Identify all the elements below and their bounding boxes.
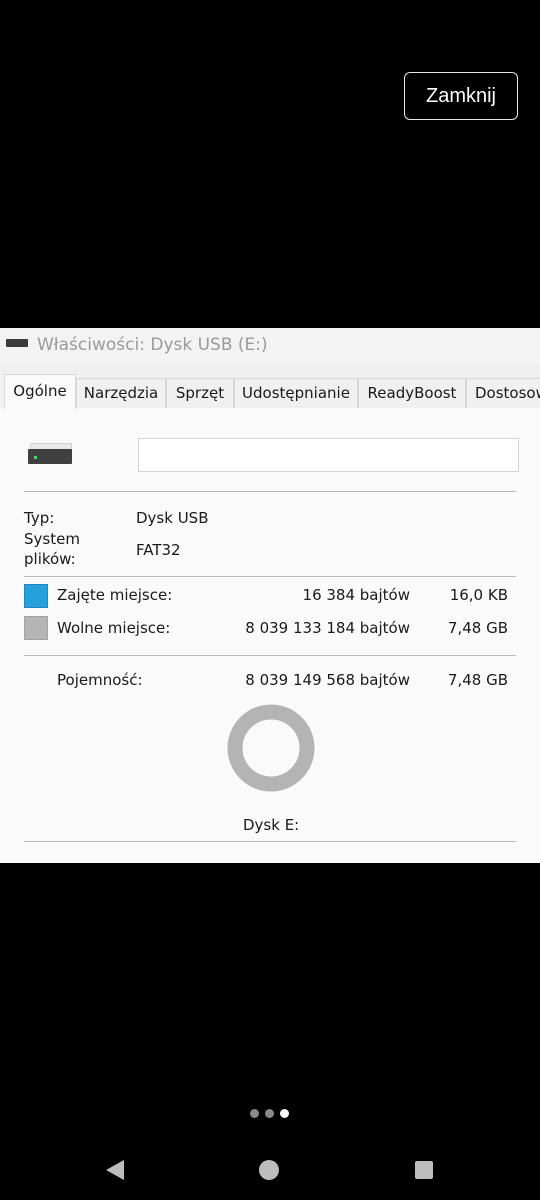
filesystem-value: FAT32 [136,541,181,559]
filesystem-label-line2: plików: [24,550,76,568]
home-icon[interactable] [258,1159,280,1181]
type-label: Typ: [24,509,55,527]
tab-readyboost[interactable]: ReadyBoost [358,378,466,408]
recents-icon[interactable] [414,1160,434,1180]
free-space-bytes: 8 039 133 184 bajtów [245,619,410,637]
page-dot [280,1109,289,1118]
filesystem-label-line1: System [24,530,80,548]
page-dot [265,1109,274,1118]
close-button[interactable]: Zamknij [404,72,518,120]
tab-hardware[interactable]: Sprzęt [166,378,234,408]
drive-name-input[interactable] [138,438,519,472]
capacity-bytes: 8 039 149 568 bajtów [245,671,410,689]
tab-general[interactable]: Ogólne [4,374,76,409]
title-bar: Właściwości: Dysk USB (E:) [0,328,540,364]
capacity-label: Pojemność: [57,671,143,689]
properties-window: Właściwości: Dysk USB (E:) Ogólne Narzęd… [0,328,540,863]
page-dot [250,1109,259,1118]
used-space-swatch [24,584,48,608]
free-space-label: Wolne miejsce: [57,619,171,637]
tab-strip: Ogólne Narzędzia Sprzęt Udostępnianie Re… [0,374,540,409]
usage-donut-chart [227,704,315,792]
disk-label: Dysk E: [243,816,300,834]
tab-customize[interactable]: Dostosow [466,378,540,408]
separator [24,491,516,492]
type-value: Dysk USB [136,509,209,527]
free-space-swatch [24,616,48,640]
free-space-size: 7,48 GB [447,619,508,637]
used-space-label: Zajęte miejsce: [57,586,173,604]
tab-tools[interactable]: Narzędzia [76,378,166,408]
drive-title-icon [6,339,28,347]
tab-sharing[interactable]: Udostępnianie [234,378,358,408]
used-space-bytes: 16 384 bajtów [302,586,410,604]
separator [24,655,516,656]
separator [24,841,516,842]
usb-drive-icon [28,443,72,465]
donut-free-segment [227,704,315,792]
back-icon[interactable] [104,1158,126,1182]
capacity-size: 7,48 GB [447,671,508,689]
page-indicator [250,1109,292,1121]
separator [24,576,516,577]
used-space-size: 16,0 KB [449,586,508,604]
window-title: Właściwości: Dysk USB (E:) [37,335,268,355]
